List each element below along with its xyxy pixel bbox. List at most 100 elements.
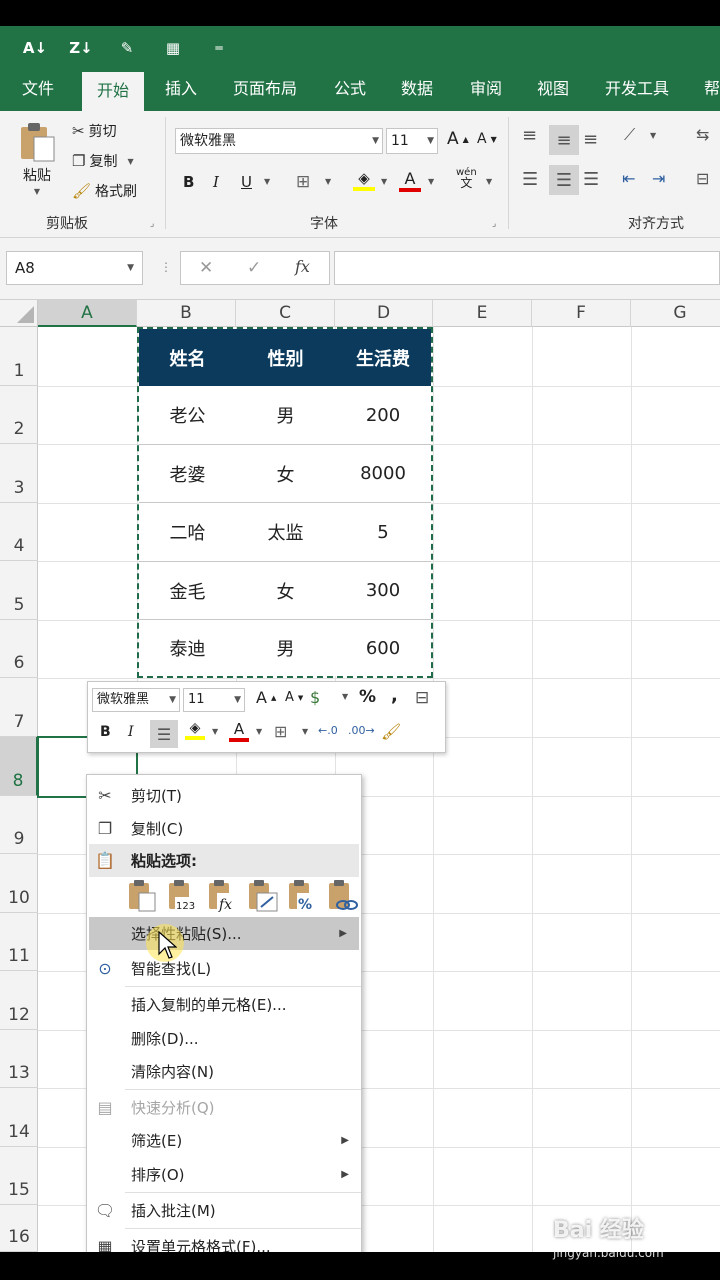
column-header-f[interactable]: F: [532, 300, 631, 327]
row-header-5[interactable]: 5: [0, 561, 38, 620]
mini-decrease-font-icon[interactable]: A ▼: [285, 690, 303, 705]
row-header-15[interactable]: 15: [0, 1147, 38, 1205]
row-header-3[interactable]: 3: [0, 444, 38, 503]
table-header-cell[interactable]: 生活费: [335, 329, 431, 386]
font-launcher-icon[interactable]: ⌟: [492, 219, 496, 229]
align-bottom-icon[interactable]: ≡: [583, 129, 598, 150]
align-top-icon[interactable]: ≡: [522, 125, 537, 146]
font-size-dropdown-icon[interactable]: ▼: [427, 129, 434, 153]
tab-insert[interactable]: 插入: [165, 70, 197, 111]
paste-default-icon[interactable]: [127, 879, 159, 913]
table-cell[interactable]: 太监: [236, 503, 335, 561]
align-center-icon[interactable]: ☰: [549, 165, 579, 195]
mini-italic-button[interactable]: I: [128, 724, 134, 740]
mini-font-color-button[interactable]: A: [229, 720, 249, 742]
table-cell[interactable]: 二哈: [139, 503, 236, 561]
table-cell[interactable]: 泰迪: [139, 620, 236, 676]
column-header-e[interactable]: E: [433, 300, 532, 327]
phonetic-dropdown-icon[interactable]: ▼: [486, 177, 492, 186]
mini-font-name-box[interactable]: 微软雅黑 ▼: [92, 688, 180, 712]
mini-borders-dropdown-icon[interactable]: ▼: [302, 727, 308, 736]
mini-number-format-icon[interactable]: $: [310, 688, 320, 707]
column-header-d[interactable]: D: [335, 300, 433, 327]
mini-decrease-decimal-icon[interactable]: .00→: [348, 724, 375, 737]
mini-percent-button[interactable]: %: [359, 687, 376, 707]
paste-formatting-icon[interactable]: %: [287, 879, 319, 913]
font-name-dropdown-icon[interactable]: ▼: [372, 129, 379, 153]
insert-function-icon[interactable]: fx: [295, 257, 310, 276]
tab-formulas[interactable]: 公式: [334, 70, 366, 111]
underline-button[interactable]: U: [241, 173, 252, 191]
tab-help[interactable]: 帮: [704, 70, 720, 111]
copy-dropdown-icon[interactable]: ▼: [127, 157, 133, 166]
tab-developer[interactable]: 开发工具: [605, 70, 669, 111]
table-cell[interactable]: 老公: [139, 386, 236, 444]
tab-review[interactable]: 审阅: [470, 70, 502, 111]
table-cell[interactable]: 8000: [335, 445, 431, 502]
paste-dropdown-icon[interactable]: ▼: [34, 187, 40, 196]
tab-data[interactable]: 数据: [401, 70, 433, 111]
table-icon[interactable]: ▦: [160, 35, 186, 61]
paste-values-icon[interactable]: 123: [167, 879, 199, 913]
align-right-icon[interactable]: ☰: [583, 169, 599, 190]
mini-font-color-dropdown-icon[interactable]: ▼: [256, 727, 262, 736]
menu-item-insert-comment[interactable]: 🗨 插入批注(M): [87, 1194, 361, 1227]
align-left-icon[interactable]: ☰: [522, 169, 538, 190]
font-size-box[interactable]: 11 ▼: [386, 128, 438, 154]
sort-descending-icon[interactable]: Z↓: [68, 35, 94, 61]
orientation-icon[interactable]: ⟋: [624, 125, 635, 145]
table-cell[interactable]: 老婆: [139, 445, 236, 502]
menu-item-clear[interactable]: 清除内容(N): [87, 1055, 361, 1088]
cancel-icon[interactable]: ✕: [199, 258, 213, 278]
mini-font-size-dropdown-icon[interactable]: ▼: [234, 689, 241, 711]
clipboard-launcher-icon[interactable]: ⌟: [150, 219, 154, 229]
tab-file[interactable]: 文件: [22, 70, 54, 111]
row-header-11[interactable]: 11: [0, 913, 38, 971]
column-header-a[interactable]: A: [38, 300, 137, 327]
paste-link-icon[interactable]: [327, 879, 359, 913]
menu-item-copy[interactable]: ❐ 复制(C): [87, 812, 361, 845]
table-cell[interactable]: 男: [236, 620, 335, 676]
brush-icon[interactable]: ✎: [114, 35, 140, 61]
menu-item-format-cells[interactable]: ▦ 设置单元格格式(F)...: [87, 1230, 361, 1253]
orientation-dropdown-icon[interactable]: ▼: [650, 131, 656, 140]
increase-font-icon[interactable]: A ▲: [447, 129, 469, 149]
table-cell[interactable]: 200: [335, 386, 431, 444]
paste-button[interactable]: 粘贴 ▼: [18, 121, 56, 196]
table-cell[interactable]: 女: [236, 445, 335, 502]
formula-input[interactable]: [334, 251, 720, 285]
sort-ascending-icon[interactable]: A↓: [22, 35, 48, 61]
paste-formulas-icon[interactable]: fx: [207, 879, 239, 913]
tab-home[interactable]: 开始: [82, 72, 145, 111]
bold-button[interactable]: B: [183, 173, 194, 191]
decrease-indent-icon[interactable]: ⇤: [622, 169, 635, 188]
menu-item-paste-special[interactable]: 选择性粘贴(S)... ▶: [89, 917, 359, 950]
row-header-14[interactable]: 14: [0, 1088, 38, 1147]
name-box-dropdown-icon[interactable]: ▼: [127, 252, 134, 284]
table-cell[interactable]: 5: [335, 503, 431, 561]
enter-icon[interactable]: ✓: [247, 258, 261, 278]
mini-increase-font-icon[interactable]: A ▲: [256, 688, 276, 707]
select-all-corner[interactable]: [0, 300, 38, 327]
row-header-8[interactable]: 8: [0, 737, 38, 796]
menu-item-insert-copied[interactable]: 插入复制的单元格(E)...: [87, 988, 361, 1021]
mini-fill-color-dropdown-icon[interactable]: ▼: [212, 727, 218, 736]
menu-item-sort[interactable]: 排序(O) ▶: [87, 1158, 361, 1191]
menu-item-delete[interactable]: 删除(D)...: [87, 1022, 361, 1055]
row-header-12[interactable]: 12: [0, 971, 38, 1030]
row-header-4[interactable]: 4: [0, 503, 38, 561]
table-cell[interactable]: 300: [335, 562, 431, 619]
borders-dropdown-icon[interactable]: ▼: [325, 177, 331, 186]
row-header-7[interactable]: 7: [0, 678, 38, 737]
mini-fill-color-button[interactable]: ◈: [185, 720, 205, 740]
font-name-box[interactable]: 微软雅黑 ▼: [175, 128, 383, 154]
mini-borders-icon[interactable]: ⊞: [274, 722, 287, 741]
phonetic-button[interactable]: wén 文: [456, 167, 477, 189]
row-header-9[interactable]: 9: [0, 796, 38, 854]
menu-item-cut[interactable]: ✂ 剪切(T): [87, 779, 361, 812]
table-header-cell[interactable]: 性别: [236, 329, 335, 386]
row-header-13[interactable]: 13: [0, 1030, 38, 1088]
fill-color-button[interactable]: ◈: [353, 169, 375, 191]
row-header-10[interactable]: 10: [0, 854, 38, 913]
tab-view[interactable]: 视图: [537, 70, 569, 111]
